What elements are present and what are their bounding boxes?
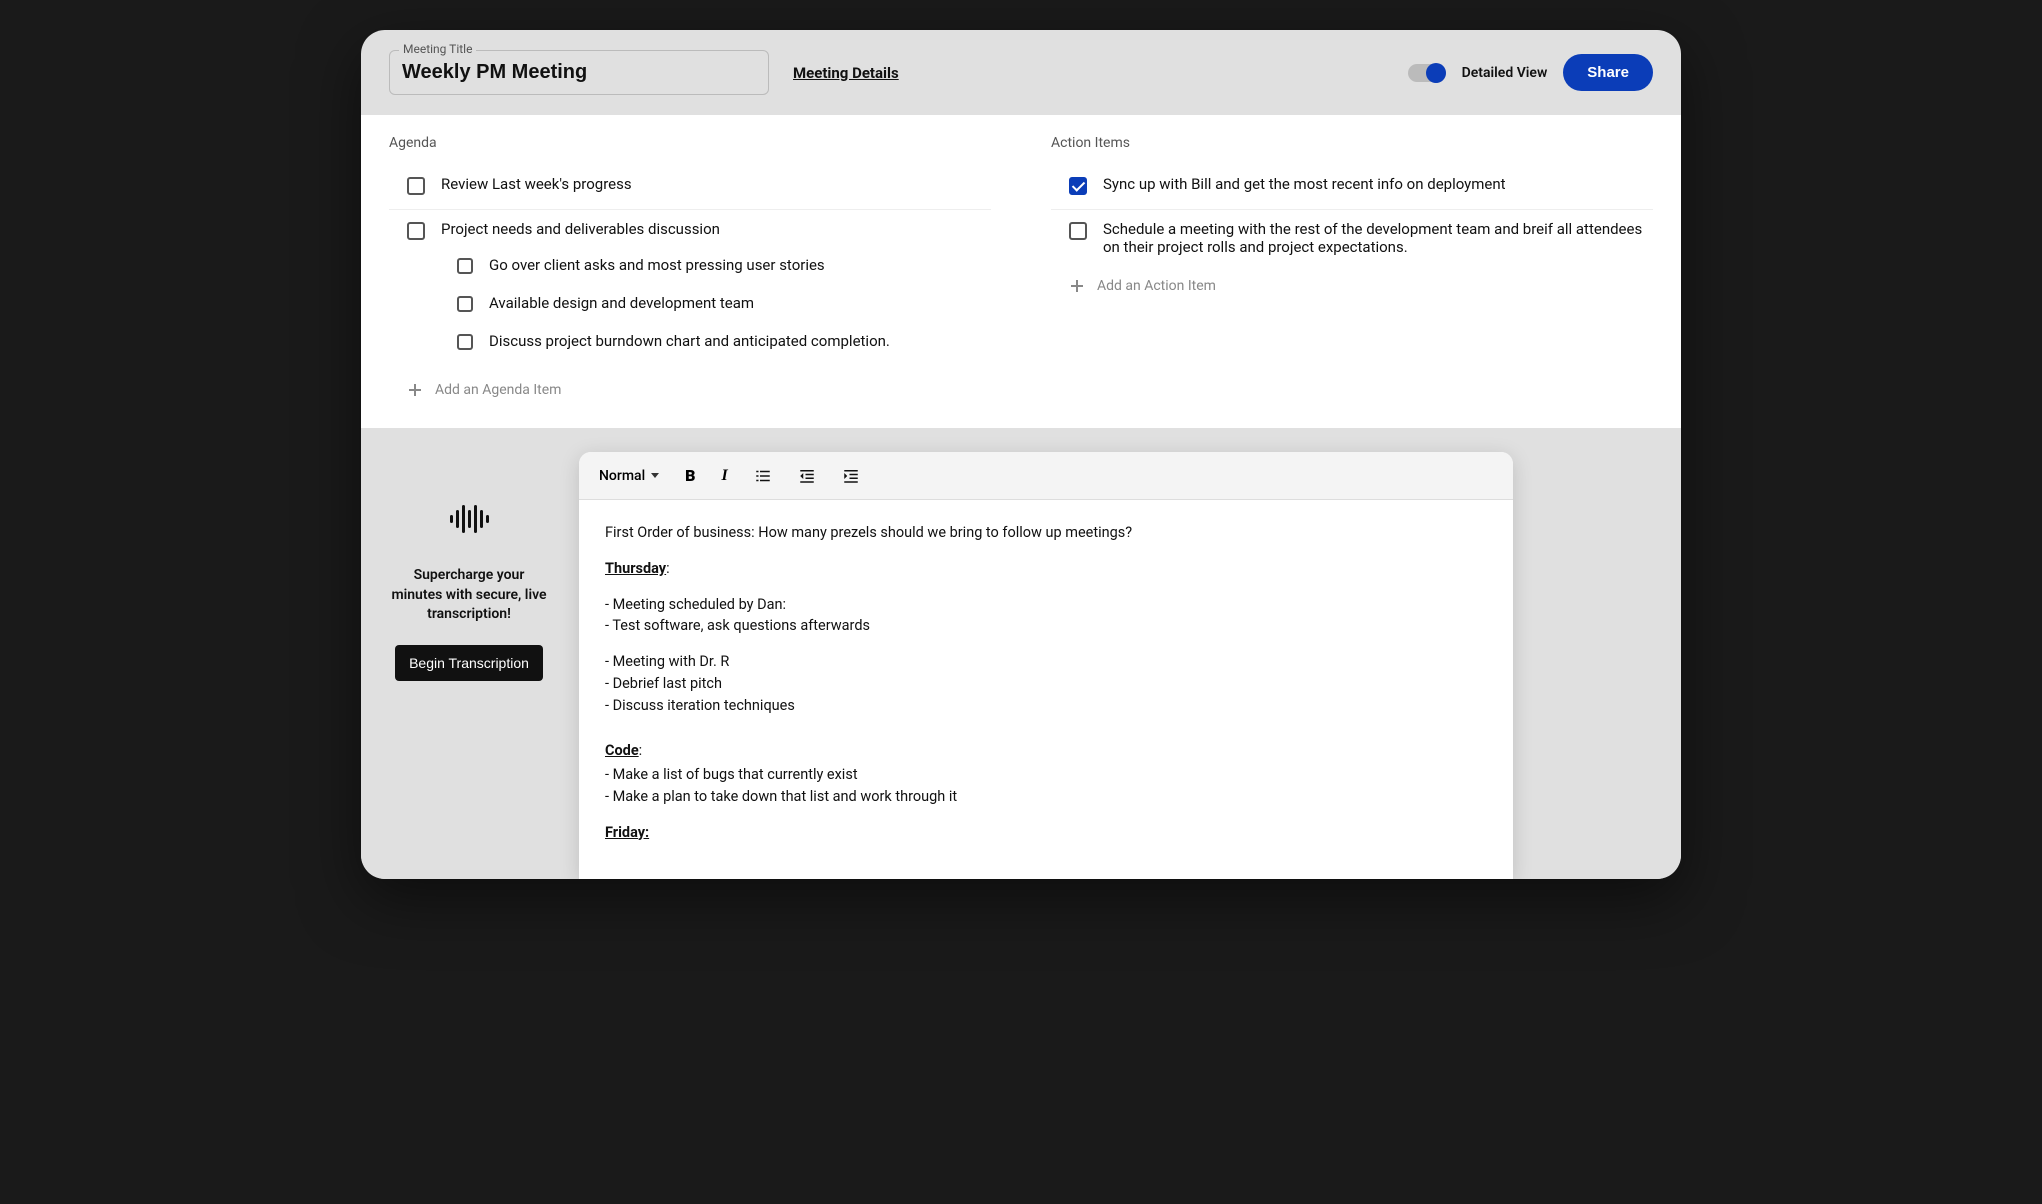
add-action-item[interactable]: Add an Action Item [1051, 270, 1653, 294]
checkbox[interactable] [457, 258, 473, 274]
editor-group: - Meeting scheduled by Dan: - Test softw… [605, 594, 1487, 638]
editor-line: - Debrief last pitch [605, 673, 1487, 695]
indent-increase-button[interactable] [842, 467, 860, 485]
agenda-subitem: Discuss project burndown chart and antic… [457, 322, 991, 360]
detailed-view-label: Detailed View [1462, 65, 1548, 81]
editor-heading: Friday: [605, 822, 1487, 844]
editor-group: - Make a list of bugs that currently exi… [605, 764, 1487, 808]
agenda-item: Review Last week's progress [389, 165, 991, 210]
detailed-view-toggle[interactable] [1408, 64, 1446, 82]
agenda-column: Agenda Review Last week's progress Proje… [389, 135, 991, 398]
action-item: Sync up with Bill and get the most recen… [1051, 165, 1653, 210]
bulleted-list-button[interactable] [754, 467, 772, 485]
indent-increase-icon [842, 467, 860, 485]
checkbox[interactable] [407, 177, 425, 195]
transcription-promo: Supercharge your minutes with secure, li… [389, 566, 549, 625]
editor-line: - Make a list of bugs that currently exi… [605, 764, 1487, 786]
editor-line: - Make a plan to take down that list and… [605, 786, 1487, 808]
checkbox[interactable] [1069, 177, 1087, 195]
action-item-text: Schedule a meeting with the rest of the … [1103, 220, 1653, 256]
agenda-subitem-text: Go over client asks and most pressing us… [489, 256, 825, 274]
transcription-sidebar: Supercharge your minutes with secure, li… [389, 452, 549, 879]
header: Meeting Title Meeting Details Detailed V… [361, 30, 1681, 115]
meeting-details-link[interactable]: Meeting Details [793, 64, 899, 82]
plus-icon [407, 382, 423, 398]
bold-button[interactable]: B [685, 466, 695, 485]
editor-group: - Meeting with Dr. R - Debrief last pitc… [605, 651, 1487, 716]
meeting-title-field: Meeting Title [389, 50, 769, 95]
checkbox[interactable] [407, 222, 425, 240]
agenda-item: Project needs and deliverables discussio… [389, 210, 991, 374]
checkbox[interactable] [457, 296, 473, 312]
lower-section: Supercharge your minutes with secure, li… [361, 428, 1681, 879]
soundwave-icon [389, 502, 549, 536]
checkbox[interactable] [457, 334, 473, 350]
list-icon [754, 467, 772, 485]
editor-heading: Thursday: [605, 558, 1487, 580]
agenda-subitem: Available design and development team [457, 284, 991, 322]
begin-transcription-button[interactable]: Begin Transcription [395, 645, 543, 681]
meeting-title-label: Meeting Title [399, 42, 476, 56]
agenda-item-text: Review Last week's progress [441, 175, 632, 193]
checkbox[interactable] [1069, 222, 1087, 240]
agenda-subitem: Go over client asks and most pressing us… [457, 246, 991, 284]
agenda-subitem-text: Discuss project burndown chart and antic… [489, 332, 890, 350]
actions-title: Action Items [1051, 135, 1653, 151]
editor-line: - Meeting scheduled by Dan: [605, 594, 1487, 616]
editor-line: - Test software, ask questions afterward… [605, 615, 1487, 637]
agenda-subitem-text: Available design and development team [489, 294, 754, 312]
app-card: Meeting Title Meeting Details Detailed V… [361, 30, 1681, 879]
editor-line: - Meeting with Dr. R [605, 651, 1487, 673]
editor-heading: Code: [605, 740, 1487, 762]
chevron-down-icon [651, 473, 659, 478]
agenda-subitems: Go over client asks and most pressing us… [407, 240, 991, 360]
actions-column: Action Items Sync up with Bill and get t… [1051, 135, 1653, 398]
editor-line: First Order of business: How many prezel… [605, 522, 1487, 544]
add-agenda-label: Add an Agenda Item [435, 382, 561, 398]
share-button[interactable]: Share [1563, 54, 1653, 91]
add-agenda-item[interactable]: Add an Agenda Item [389, 374, 991, 398]
add-action-label: Add an Action Item [1097, 278, 1216, 294]
agenda-title: Agenda [389, 135, 991, 151]
editor-line: - Discuss iteration techniques [605, 695, 1487, 717]
indent-decrease-icon [798, 467, 816, 485]
plus-icon [1069, 278, 1085, 294]
editor-body[interactable]: First Order of business: How many prezel… [579, 500, 1513, 879]
format-label: Normal [599, 468, 645, 484]
format-select[interactable]: Normal [599, 468, 659, 484]
meeting-title-input[interactable] [389, 50, 769, 95]
header-right: Detailed View Share [1408, 54, 1653, 91]
action-item: Schedule a meeting with the rest of the … [1051, 210, 1653, 270]
indent-decrease-button[interactable] [798, 467, 816, 485]
agenda-item-text: Project needs and deliverables discussio… [441, 220, 720, 240]
editor-toolbar: Normal B I [579, 452, 1513, 500]
action-item-text: Sync up with Bill and get the most recen… [1103, 175, 1506, 193]
editor-card: Normal B I First Order of business: How … [579, 452, 1513, 879]
toggle-knob [1426, 63, 1446, 83]
italic-button[interactable]: I [721, 467, 727, 485]
content-panel: Agenda Review Last week's progress Proje… [361, 115, 1681, 428]
